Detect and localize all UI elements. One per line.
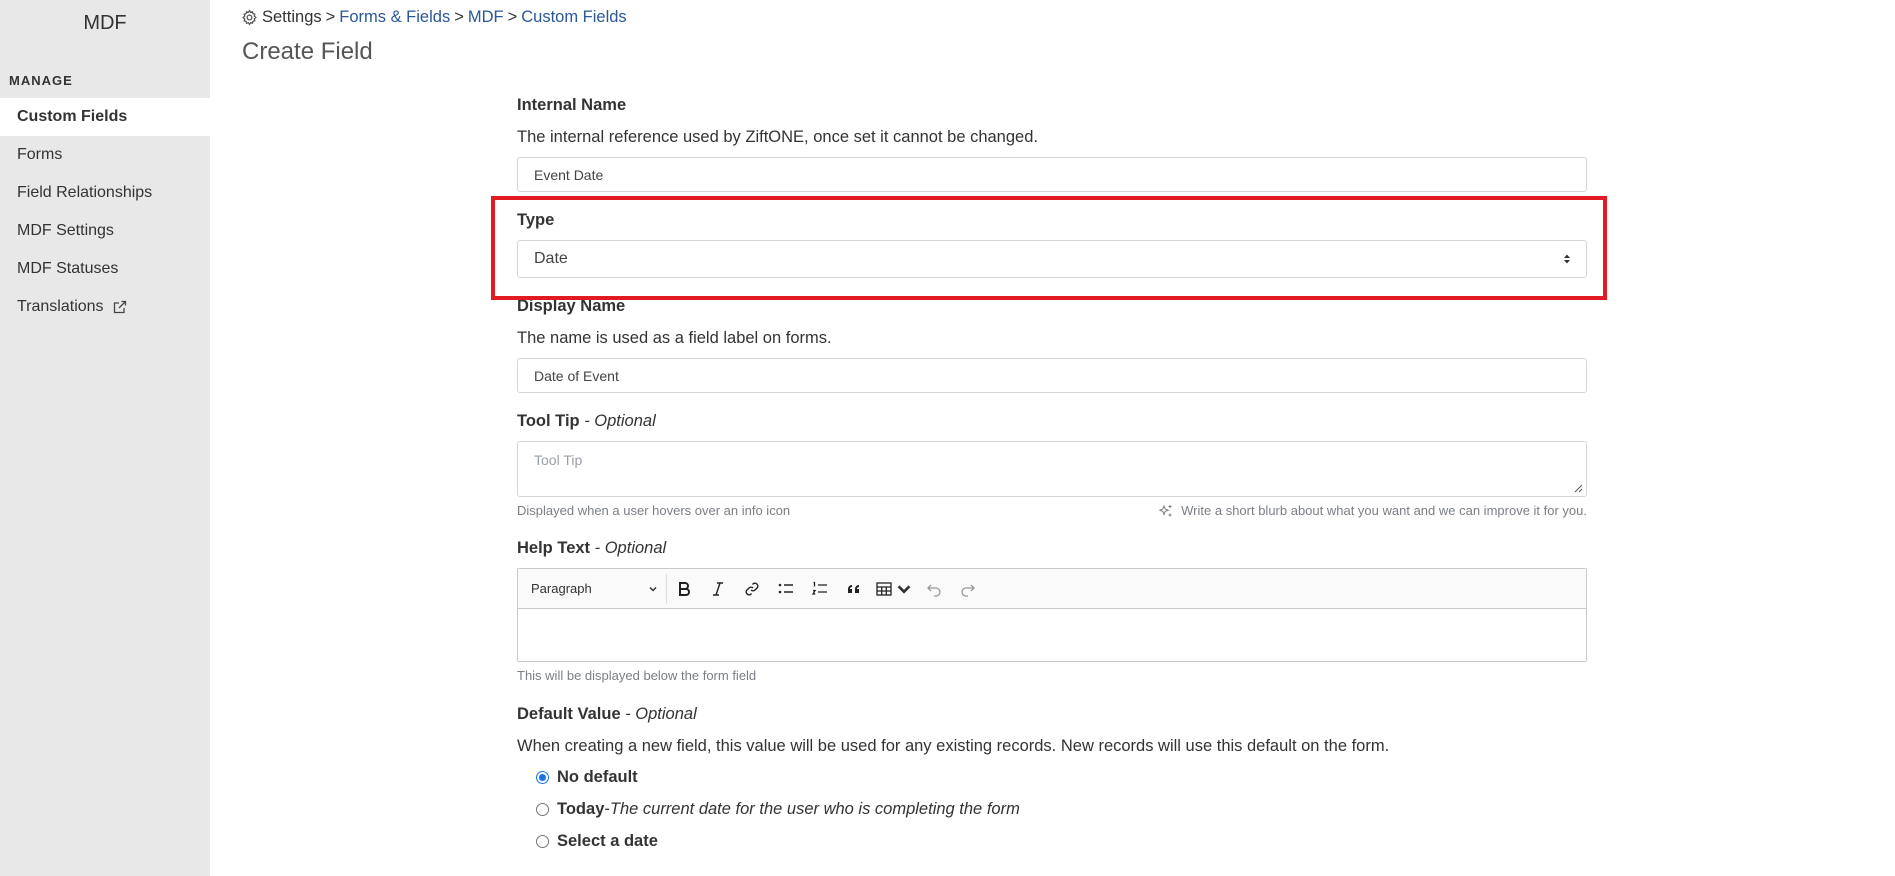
tool-tip-textarea[interactable]: Tool Tip — [517, 441, 1587, 497]
label-dash: - — [579, 412, 595, 430]
link-icon — [745, 582, 759, 595]
main-content: Settings > Forms & Fields > MDF > Custom… — [210, 0, 1895, 876]
app-title: MDF — [83, 12, 127, 34]
breadcrumb-separator: > — [507, 8, 518, 26]
sidebar-item-label: Custom Fields — [17, 108, 128, 125]
italic-button[interactable] — [701, 574, 735, 604]
page-title: Create Field — [242, 38, 373, 65]
sidebar-item-label: Forms — [17, 146, 63, 163]
display-name-description: The name is used as a field label on for… — [517, 329, 832, 347]
label-dash: - — [590, 539, 605, 557]
breadcrumb-separator: > — [454, 8, 464, 26]
sidebar-item-label: Translations — [17, 298, 104, 315]
tool-tip-hint: Displayed when a user hovers over an inf… — [517, 503, 791, 518]
redo-icon — [961, 584, 975, 597]
italic-icon — [713, 581, 723, 596]
sidebar-section-label: MANAGE — [9, 73, 73, 88]
sidebar-item-field-relationships[interactable]: Field Relationships — [0, 174, 210, 212]
numbered-list-icon — [811, 581, 827, 595]
tool-tip-label: Tool Tip - Optional — [517, 412, 656, 431]
internal-name-label: Internal Name — [517, 96, 627, 114]
table-icon — [876, 581, 892, 596]
bold-button[interactable] — [667, 574, 701, 604]
radio-button[interactable] — [536, 835, 549, 848]
internal-name-input[interactable]: Event Date — [517, 157, 1587, 192]
radio-button[interactable] — [536, 771, 549, 784]
breadcrumb-separator: > — [325, 8, 336, 26]
insert-table-button[interactable] — [871, 574, 917, 604]
label-dash: - — [620, 705, 636, 723]
optional-text: Optional — [604, 539, 667, 557]
paragraph-style-dropdown[interactable]: Paragraph — [522, 573, 667, 604]
external-link-icon — [113, 300, 126, 314]
optional-text: Optional — [594, 412, 656, 430]
resize-handle-icon[interactable] — [1573, 483, 1583, 493]
help-text-hint: This will be displayed below the form fi… — [517, 668, 757, 683]
paragraph-style-value: Paragraph — [531, 581, 592, 596]
display-name-input[interactable]: Date of Event — [517, 358, 1587, 393]
breadcrumb: Settings > Forms & Fields > MDF > Custom… — [241, 8, 627, 27]
highlight-box — [491, 196, 1607, 300]
undo-icon — [927, 584, 941, 597]
sidebar-item-translations[interactable]: Translations — [0, 288, 210, 326]
help-text-label-text: Help Text — [517, 539, 591, 557]
link-button[interactable] — [735, 574, 769, 604]
sidebar-item-label: MDF Statuses — [17, 260, 119, 277]
editor-content-area[interactable] — [518, 609, 1586, 661]
internal-name-value: Event Date — [534, 166, 604, 183]
breadcrumb-custom-fields[interactable]: Custom Fields — [521, 8, 626, 27]
radio-label: Select a date — [557, 832, 658, 850]
display-name-value: Date of Event — [534, 367, 619, 384]
undo-button[interactable] — [917, 574, 951, 604]
radio-button[interactable] — [536, 803, 549, 816]
bulleted-list-button[interactable] — [769, 574, 803, 604]
radio-label: Today — [557, 800, 605, 818]
default-value-description: When creating a new field, this value wi… — [517, 737, 1390, 755]
ai-improve-text: Write a short blurb about what you want … — [1181, 503, 1587, 518]
default-value-label-text: Default Value — [517, 705, 621, 723]
radio-select-a-date[interactable]: Select a date — [536, 832, 658, 851]
radio-detail: The current date for the user who is com… — [609, 800, 1020, 818]
gear-icon — [242, 9, 257, 26]
sidebar-item-mdf-statuses[interactable]: MDF Statuses — [0, 250, 210, 288]
sidebar-item-mdf-settings[interactable]: MDF Settings — [0, 212, 210, 250]
internal-name-description: The internal reference used by ZiftONE, … — [517, 128, 1038, 146]
radio-label: No default — [557, 768, 638, 786]
redo-button[interactable] — [951, 574, 985, 604]
default-value-label: Default Value - Optional — [517, 705, 697, 724]
sidebar-item-forms[interactable]: Forms — [0, 136, 210, 174]
sidebar-item-label: MDF Settings — [17, 222, 114, 239]
sidebar-item-custom-fields[interactable]: Custom Fields — [0, 98, 210, 136]
bold-icon — [679, 581, 690, 596]
bulleted-list-icon — [778, 583, 793, 593]
help-text-editor: Paragraph — [517, 568, 1587, 662]
chevron-down-icon — [897, 584, 911, 594]
tool-tip-placeholder: Tool Tip — [534, 452, 583, 468]
numbered-list-button[interactable] — [803, 574, 837, 604]
sidebar-item-label: Field Relationships — [17, 184, 153, 201]
chevron-down-icon — [649, 586, 657, 592]
help-text-label: Help Text - Optional — [517, 539, 666, 558]
radio-today[interactable]: Today - The current date for the user wh… — [536, 800, 1020, 819]
sparkle-icon — [1159, 504, 1172, 516]
sidebar: MDF MANAGE Custom Fields Forms Field Rel… — [0, 0, 210, 876]
breadcrumb-settings: Settings — [262, 8, 322, 26]
editor-toolbar: Paragraph — [518, 569, 1586, 609]
optional-text: Optional — [635, 705, 697, 723]
breadcrumb-forms-fields[interactable]: Forms & Fields — [339, 8, 450, 27]
radio-no-default[interactable]: No default — [536, 768, 638, 787]
tool-tip-label-text: Tool Tip — [517, 412, 580, 430]
ai-improve-hint: Write a short blurb about what you want … — [1159, 503, 1587, 518]
breadcrumb-mdf[interactable]: MDF — [468, 8, 504, 27]
quote-icon — [848, 584, 859, 593]
blockquote-button[interactable] — [837, 574, 871, 604]
